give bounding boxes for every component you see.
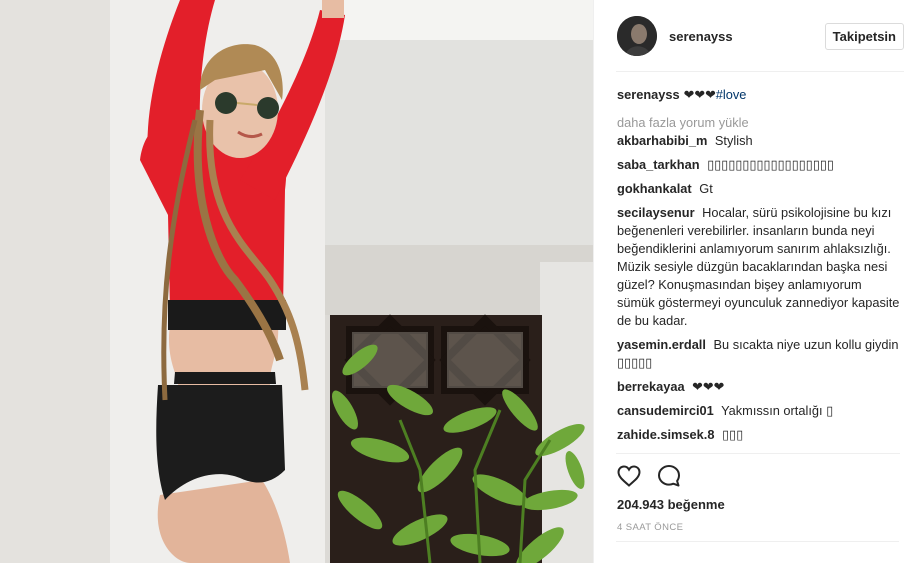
instagram-post: serenayss Takipetsin serenayss ❤❤❤#love d…	[0, 0, 911, 563]
comment-item: yasemin.erdall Bu sıcakta niye uzun koll…	[617, 336, 900, 372]
comment-text: Stylish	[714, 133, 753, 148]
caption-text: ❤❤❤	[683, 87, 716, 102]
load-more-comments-link[interactable]: daha fazla yorum yükle	[617, 114, 900, 132]
comment-username[interactable]: saba_tarkhan	[617, 157, 700, 172]
likes-count[interactable]: 204.943 beğenme	[617, 497, 725, 512]
comment-item: akbarhabibi_m Stylish	[617, 132, 900, 150]
comment-username[interactable]: gokhankalat	[617, 181, 692, 196]
post-image	[0, 0, 593, 563]
post-details-panel: serenayss Takipetsin serenayss ❤❤❤#love d…	[593, 0, 911, 563]
comment-item: saba_tarkhan ▯▯▯▯▯▯▯▯▯▯▯▯▯▯▯▯▯▯	[617, 156, 900, 174]
avatar-image	[617, 16, 657, 56]
post-timestamp[interactable]: 4 SAAT ÖNCE	[617, 522, 683, 533]
like-button[interactable]	[616, 463, 642, 489]
bottom-divider	[616, 541, 899, 542]
comment-icon	[658, 464, 680, 486]
comment-item: cansudemirci01 Yakmıssın ortalığı ▯	[617, 402, 900, 420]
post-actions	[616, 453, 900, 497]
comment-button[interactable]	[656, 463, 682, 489]
post-photo[interactable]	[0, 0, 593, 563]
header-divider	[616, 71, 904, 72]
heart-icon	[617, 464, 641, 487]
comment-username[interactable]: cansudemirci01	[617, 403, 714, 418]
caption-hashtag[interactable]: #love	[716, 87, 747, 102]
follow-button[interactable]: Takipetsin	[824, 22, 904, 50]
post-header: serenayss Takipetsin	[594, 0, 911, 72]
comment-username[interactable]: yasemin.erdall	[617, 337, 706, 352]
comment-text: Yakmıssın ortalığı ▯	[721, 403, 834, 418]
comment-username[interactable]: berrekayaa	[617, 379, 685, 394]
comment-item: secilaysenur Hocalar, sürü psikolojisine…	[617, 204, 900, 330]
caption: serenayss ❤❤❤#love	[617, 86, 900, 104]
author-username[interactable]: serenayss	[669, 29, 825, 44]
comment-text: ▯▯▯▯▯▯▯▯▯▯▯▯▯▯▯▯▯▯	[707, 157, 834, 172]
comment-text: Hocalar, sürü psikolojisine bu kızı beğe…	[617, 205, 900, 328]
comment-text: ❤❤❤	[692, 379, 725, 394]
comment-item: berrekayaa ❤❤❤	[617, 378, 900, 396]
comment-item: gokhankalat Gt	[617, 180, 900, 198]
author-avatar[interactable]	[617, 16, 657, 56]
comment-username[interactable]: secilaysenur	[617, 205, 695, 220]
comments-list[interactable]: serenayss ❤❤❤#love daha fazla yorum yükle…	[617, 86, 900, 453]
comment-username[interactable]: akbarhabibi_m	[617, 133, 707, 148]
comment-text: Gt	[699, 181, 713, 196]
comments-fade	[617, 438, 900, 453]
caption-username[interactable]: serenayss	[617, 87, 680, 102]
